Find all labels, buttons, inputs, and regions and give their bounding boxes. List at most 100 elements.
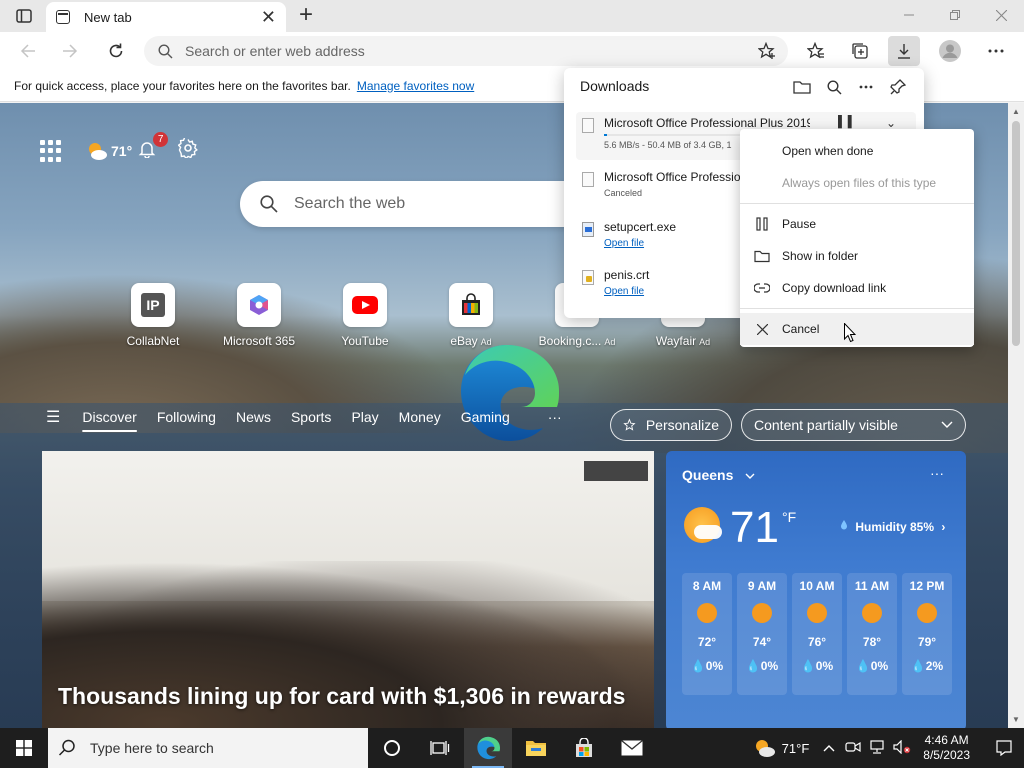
nav-tab-play[interactable]: Play	[351, 409, 378, 425]
cortana-icon	[384, 740, 400, 756]
arrow-right-icon	[63, 44, 78, 58]
newtab-top-bar: 71° 7	[40, 131, 199, 164]
forward-button[interactable]	[56, 37, 84, 65]
taskbar-clock[interactable]: 4:46 AM 8/5/2023	[923, 733, 970, 763]
hour-forecast: 8 AM 72° 💧0%	[682, 573, 732, 695]
volume-muted-icon[interactable]	[893, 739, 911, 757]
tab-new-tab[interactable]: New tab ✕	[46, 2, 286, 32]
new-tab-button[interactable]: +	[294, 3, 318, 27]
nav-tab-news[interactable]: News	[236, 409, 271, 425]
open-downloads-folder-button[interactable]	[790, 76, 814, 98]
pause-download-button[interactable]: ▌▌	[838, 116, 858, 128]
open-file-link[interactable]: Open file	[604, 286, 644, 297]
weather-location-dropdown[interactable]: Queens	[682, 467, 755, 483]
mouse-cursor-icon	[844, 323, 856, 343]
taskbar-store-button[interactable]	[560, 728, 608, 768]
notifications-button[interactable]: 7	[138, 131, 169, 163]
quick-link-youtube[interactable]: YouTube	[312, 283, 418, 348]
back-button[interactable]	[14, 37, 42, 65]
scrollbar-thumb[interactable]	[1012, 121, 1020, 346]
restore-button[interactable]	[932, 0, 978, 30]
page-scrollbar[interactable]: ▲ ▼	[1008, 103, 1024, 728]
nav-tab-discover[interactable]: Discover	[82, 409, 136, 425]
weather-card[interactable]: Queens ··· 71 °F Humidity 85% › 8 AM 72°…	[666, 451, 966, 728]
restore-icon	[950, 10, 960, 20]
news-headline[interactable]: Thousands lining up for card with $1,306…	[58, 683, 625, 710]
tray-chevron-up-icon[interactable]	[823, 741, 835, 755]
menu-item-show-in-folder[interactable]: Show in folder	[740, 240, 974, 272]
chevron-down-icon	[745, 473, 755, 479]
scroll-up-icon[interactable]: ▲	[1012, 107, 1020, 116]
pause-icon	[754, 216, 770, 232]
tab-close-icon[interactable]: ✕	[261, 8, 276, 26]
profile-button[interactable]	[936, 37, 964, 65]
nav-tab-money[interactable]: Money	[399, 409, 441, 425]
meet-now-icon[interactable]	[845, 740, 861, 757]
add-favorite-icon[interactable]	[757, 41, 776, 63]
refresh-button[interactable]	[102, 37, 130, 65]
weather-more-button[interactable]: ···	[930, 465, 944, 481]
start-button[interactable]	[0, 728, 48, 768]
menu-item-open-when-done[interactable]: Open when done	[740, 135, 974, 167]
apps-grid-icon[interactable]	[40, 140, 62, 162]
nav-tab-following[interactable]: Following	[157, 409, 216, 425]
collections-button[interactable]	[846, 37, 874, 65]
nav-more-button[interactable]: ···	[548, 409, 562, 425]
downloads-button[interactable]	[888, 36, 920, 66]
news-image-window	[584, 461, 648, 481]
hour-temp: 76°	[807, 635, 827, 649]
downloads-more-button[interactable]	[854, 76, 878, 98]
page-settings-button[interactable]	[177, 137, 199, 164]
taskbar-mail-button[interactable]	[608, 728, 656, 768]
menu-item-pause[interactable]: Pause	[740, 208, 974, 240]
quick-link-microsoft-365[interactable]: Microsoft 365	[206, 283, 312, 348]
minimize-button[interactable]	[886, 0, 932, 30]
taskbar-search-box[interactable]	[48, 728, 368, 768]
hour-precip: 💧0%	[690, 659, 724, 673]
quick-link-ebay[interactable]: eBay Ad	[418, 283, 524, 348]
personalize-button[interactable]: Personalize	[610, 409, 732, 441]
scroll-down-icon[interactable]: ▼	[1012, 715, 1020, 724]
weather-location: Queens	[682, 467, 734, 483]
search-icon	[158, 43, 173, 58]
manage-favorites-link[interactable]: Manage favorites now	[357, 79, 474, 93]
menu-item-cancel[interactable]: Cancel	[740, 313, 974, 345]
network-icon[interactable]	[869, 739, 885, 757]
hour-temp: 72°	[697, 635, 717, 649]
address-input[interactable]	[185, 43, 788, 59]
partly-sunny-icon	[697, 603, 717, 623]
news-card[interactable]: Thousands lining up for card with $1,306…	[42, 451, 654, 728]
taskbar-search-input[interactable]	[90, 740, 350, 756]
open-file-link[interactable]: Open file	[604, 238, 644, 249]
pin-downloads-button[interactable]	[886, 76, 910, 98]
weather-humidity[interactable]: Humidity 85% ›	[840, 519, 945, 534]
hamburger-menu-icon[interactable]: ☰	[46, 407, 60, 427]
nav-tab-gaming[interactable]: Gaming	[461, 409, 510, 425]
close-window-button[interactable]	[978, 0, 1024, 30]
chevron-down-icon[interactable]: ⌄	[886, 116, 896, 130]
microsoft-365-logo-icon	[250, 295, 268, 315]
tab-actions-button[interactable]	[12, 6, 36, 26]
nav-tab-sports[interactable]: Sports	[291, 409, 331, 425]
humidity-label: Humidity 85%	[855, 520, 935, 534]
cortana-button[interactable]	[368, 728, 416, 768]
search-downloads-button[interactable]	[822, 76, 846, 98]
clock-time: 4:46 AM	[924, 733, 969, 747]
chevron-right-icon: ›	[941, 520, 946, 534]
content-visibility-dropdown[interactable]: Content partially visible	[741, 409, 966, 441]
task-view-button[interactable]	[416, 728, 464, 768]
tray-weather[interactable]: 71°F	[754, 739, 809, 757]
star-sparkle-icon	[623, 418, 636, 431]
weather-widget-button[interactable]: 71°	[86, 141, 132, 161]
taskbar-edge-button[interactable]	[464, 728, 512, 768]
hour-precip: 💧0%	[800, 659, 834, 673]
settings-more-button[interactable]	[982, 37, 1010, 65]
quick-link-collabnet[interactable]: IP CollabNet	[100, 283, 206, 348]
menu-item-copy-download-link[interactable]: Copy download link	[740, 272, 974, 304]
feed-nav: ☰ Discover Following News Sports Play Mo…	[46, 407, 582, 427]
taskbar-file-explorer-button[interactable]	[512, 728, 560, 768]
action-center-button[interactable]	[984, 728, 1024, 768]
menu-item-always-open-type: Always open files of this type	[782, 176, 937, 190]
address-bar[interactable]	[144, 36, 788, 66]
favorites-button[interactable]	[802, 37, 830, 65]
